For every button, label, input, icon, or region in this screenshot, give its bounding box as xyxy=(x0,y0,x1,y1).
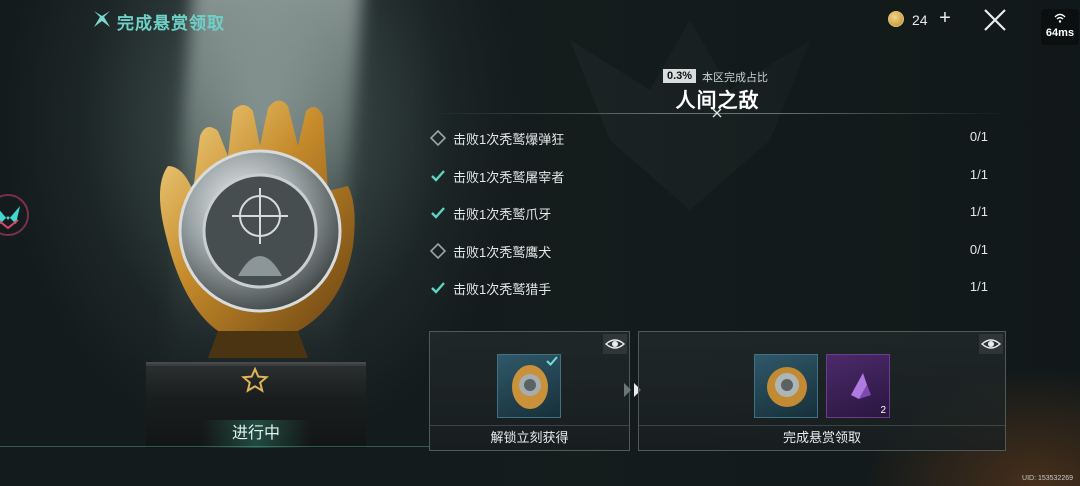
task-row: 击败1次秃鹫屠宰者 1/1 xyxy=(430,164,1000,202)
task-complete-check-icon xyxy=(431,207,445,219)
task-text: 击败1次秃鹫屠宰者 xyxy=(453,169,565,185)
task-text: 击败1次秃鹫爆弹狂 xyxy=(453,132,565,147)
task-row: 击败1次秃鹫爆弹狂 0/1 xyxy=(430,126,1000,164)
task-incomplete-icon xyxy=(430,130,446,146)
add-currency-button[interactable]: + xyxy=(935,8,955,28)
completion-percent-badge: 0.3% xyxy=(663,69,697,83)
bounty-ring-icon xyxy=(767,367,807,407)
task-text: 击败1次秃鹫猎手 xyxy=(453,282,552,297)
close-icon[interactable] xyxy=(982,7,1008,33)
eye-icon[interactable] xyxy=(979,334,1003,354)
task-progress: 1/1 xyxy=(969,166,988,182)
page-title: 完成悬赏领取 xyxy=(117,14,225,33)
network-ping: 64ms xyxy=(1045,27,1075,39)
star-icon xyxy=(241,367,269,393)
task-row: 击败1次秃鹫鹰犬 0/1 xyxy=(430,239,1000,277)
user-id: UID: 153532269 xyxy=(1022,475,1073,482)
top-bar: 完成悬赏领取 24 + 64ms xyxy=(0,0,1080,45)
eye-icon[interactable] xyxy=(603,334,627,354)
bounty-trophy-image xyxy=(159,100,355,358)
crystal-count: 2 xyxy=(880,405,886,416)
reward-item-ring[interactable] xyxy=(754,354,818,418)
network-status: 64ms xyxy=(1041,9,1079,45)
currency-count: 24 xyxy=(912,12,928,28)
task-text: 击败1次秃鹫鹰犬 xyxy=(453,244,552,260)
complete-reward-panel: 2 完成悬赏领取 xyxy=(638,331,1006,451)
task-list: 击败1次秃鹫爆弹狂 0/1 击败1次秃鹫屠宰者 1/1 击败1次秃鹫爪牙 1/1… xyxy=(430,126,1000,314)
claimed-check-icon xyxy=(546,356,558,366)
coin-icon xyxy=(888,11,904,27)
task-progress: 1/1 xyxy=(969,279,988,294)
unlock-reward-panel: 解锁立刻获得 xyxy=(429,331,630,451)
divider-ornament-icon xyxy=(712,108,722,118)
task-text: 击败1次秃鹫爪牙 xyxy=(453,207,552,222)
task-progress: 0/1 xyxy=(969,129,988,144)
task-row: 击败1次秃鹫猎手 1/1 xyxy=(430,276,1000,314)
task-progress: 1/1 xyxy=(969,204,988,219)
side-faction-icon[interactable] xyxy=(0,190,30,240)
unlock-reward-label: 解锁立刻获得 xyxy=(490,430,569,445)
complete-reward-label: 完成悬赏领取 xyxy=(782,430,861,445)
base-divider xyxy=(0,446,430,447)
reward-item-crystal[interactable]: 2 xyxy=(826,354,890,418)
task-row: 击败1次秃鹫爪牙 1/1 xyxy=(430,201,1000,239)
task-complete-check-icon xyxy=(431,169,445,182)
trophy-status-badge: 进行中 xyxy=(201,420,311,448)
reward-item-trophy[interactable] xyxy=(497,354,561,418)
bounty-logo-icon xyxy=(94,11,110,27)
completion-percent-label: 本区完成占比 xyxy=(702,72,768,84)
task-progress: 0/1 xyxy=(969,241,988,257)
wifi-icon xyxy=(1054,13,1066,23)
task-incomplete-icon xyxy=(430,242,446,259)
task-complete-check-icon xyxy=(431,282,445,294)
